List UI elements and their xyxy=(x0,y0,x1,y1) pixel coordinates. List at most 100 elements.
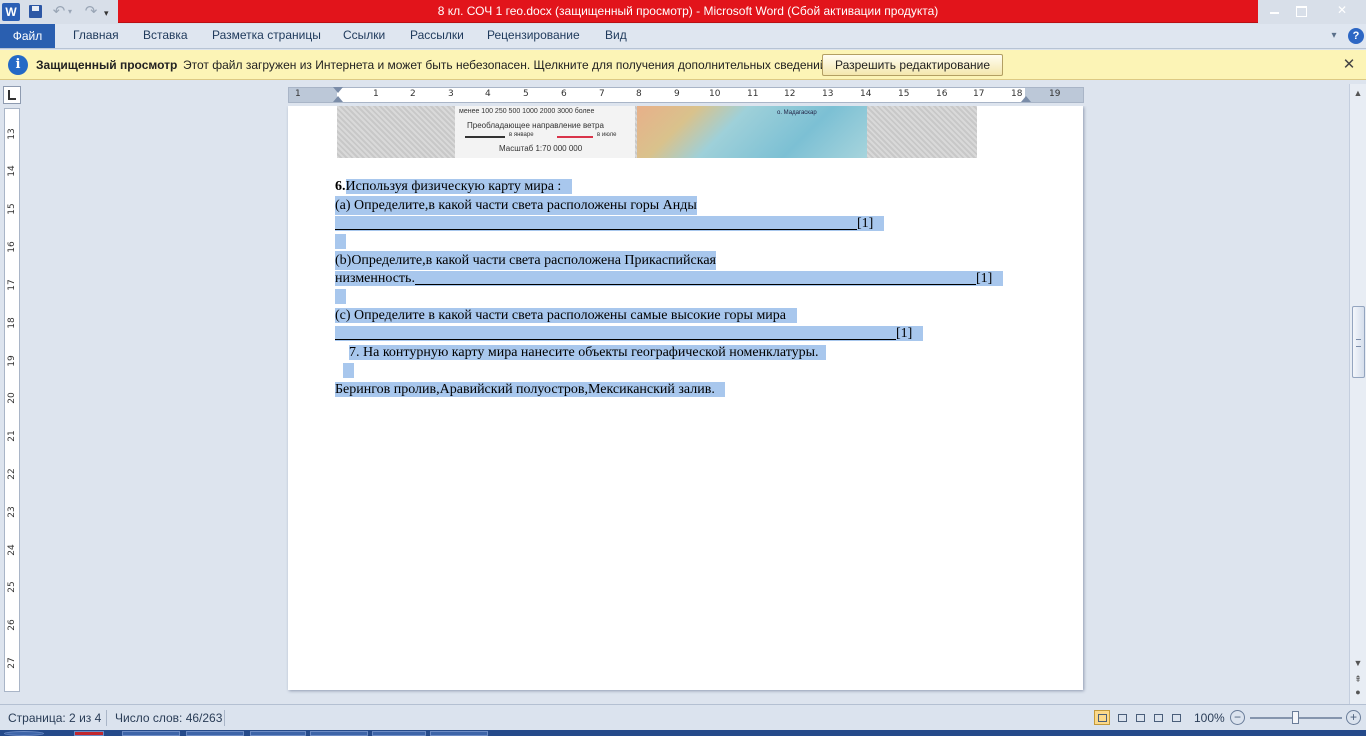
ruler-tick: 23 xyxy=(7,506,17,518)
legend-numbers: менее 100 250 500 1000 2000 3000 более xyxy=(459,108,595,115)
ruler-tick: 17 xyxy=(7,279,17,291)
scroll-up-icon[interactable]: ▲ xyxy=(1352,86,1364,100)
tab-references[interactable]: Ссылки xyxy=(343,28,385,46)
start-button[interactable] xyxy=(4,731,44,736)
tab-mailings[interactable]: Рассылки xyxy=(410,28,464,46)
question-6c[interactable]: (c) Определите в какой части света распо… xyxy=(335,306,797,325)
vertical-ruler[interactable]: 13 14 15 16 17 18 19 20 21 22 23 24 25 2… xyxy=(4,108,20,692)
word-count[interactable]: Число слов: 46/263 xyxy=(115,711,222,725)
tab-selector[interactable] xyxy=(3,86,21,104)
taskbar-app[interactable] xyxy=(310,731,368,736)
close-icon[interactable]: ✕ xyxy=(1340,56,1358,74)
draft-view-icon[interactable] xyxy=(1168,710,1184,725)
geo-objects-list[interactable]: Берингов пролив,Аравийский полуостров,Ме… xyxy=(335,380,726,399)
mark-6a: [1] xyxy=(857,216,874,231)
ruler-tick: 25 xyxy=(7,581,17,593)
question-6-heading[interactable]: 6.Используя физическую карту мира : xyxy=(335,177,572,196)
scroll-down-icon[interactable]: ▼ xyxy=(1352,656,1364,670)
zoom-in-icon[interactable]: + xyxy=(1346,710,1361,725)
tab-home[interactable]: Главная xyxy=(73,28,119,46)
tab-review[interactable]: Рецензирование xyxy=(487,28,580,46)
taskbar-app[interactable] xyxy=(372,731,426,736)
ruler-tick: 6 xyxy=(561,89,567,99)
redo-icon[interactable]: ↷ xyxy=(82,3,100,21)
page-count[interactable]: Страница: 2 из 4 xyxy=(8,711,101,725)
mark-6c: [1] xyxy=(896,326,913,341)
zoom-level[interactable]: 100% xyxy=(1194,711,1225,725)
map-image: менее 100 250 500 1000 2000 3000 более П… xyxy=(337,106,977,158)
vertical-scrollbar[interactable]: ▲ ▼ ⇞ ● xyxy=(1349,84,1366,704)
help-icon[interactable]: ? xyxy=(1348,28,1364,44)
word-app-icon[interactable]: W xyxy=(2,3,20,21)
taskbar-app[interactable] xyxy=(250,731,306,736)
arrow-january-icon xyxy=(465,136,505,138)
undo-dropdown-icon[interactable]: ▾ xyxy=(68,3,78,21)
question-6a[interactable]: (a) Определите,в какой части света распо… xyxy=(335,196,697,215)
previous-page-icon[interactable]: ⇞ xyxy=(1352,672,1364,686)
ruler-tick: 1 xyxy=(373,89,379,99)
document-page[interactable]: менее 100 250 500 1000 2000 3000 более П… xyxy=(288,106,1083,690)
ruler-tick: 16 xyxy=(936,89,948,99)
window-title: 8 кл. СОЧ 1 гео.docx (защищенный просмот… xyxy=(437,4,939,18)
close-window-button[interactable]: ✕ xyxy=(1322,1,1362,21)
tab-insert[interactable]: Вставка xyxy=(143,28,188,46)
zoom-out-icon[interactable]: − xyxy=(1230,710,1245,725)
ruler-tick: 12 xyxy=(784,89,796,99)
ruler-tick: 7 xyxy=(599,89,605,99)
ruler-tick: 3 xyxy=(448,89,454,99)
enable-editing-button[interactable]: Разрешить редактирование xyxy=(822,54,1003,76)
customize-toolbar-icon[interactable]: ▾ xyxy=(104,3,116,21)
protected-view-title: Защищенный просмотр xyxy=(36,58,178,72)
outline-view-icon[interactable] xyxy=(1150,710,1166,725)
ruler-tick: 8 xyxy=(636,89,642,99)
answer-line-6c[interactable]: [1] xyxy=(335,324,923,343)
empty-paragraph[interactable] xyxy=(335,232,346,251)
taskbar-app[interactable] xyxy=(430,731,488,736)
tab-page-layout[interactable]: Разметка страницы xyxy=(212,28,321,46)
web-layout-icon[interactable] xyxy=(1132,710,1148,725)
ribbon-collapse-icon[interactable]: ▾ xyxy=(1326,28,1342,44)
legend-july: в июле xyxy=(597,132,617,138)
scrollbar-thumb[interactable] xyxy=(1352,306,1365,378)
next-page-icon[interactable] xyxy=(1352,696,1364,704)
right-indent-marker[interactable] xyxy=(1021,96,1031,102)
question-7[interactable]: 7. На контурную карту мира нанесите объе… xyxy=(349,343,826,362)
undo-icon[interactable]: ↶ xyxy=(50,3,68,21)
minimize-button[interactable] xyxy=(1262,1,1288,21)
question-6b[interactable]: (b)Определите,в какой части света распол… xyxy=(335,251,716,270)
left-indent-marker[interactable] xyxy=(333,96,343,102)
taskbar-app[interactable] xyxy=(186,731,244,736)
taskbar-app[interactable] xyxy=(122,731,180,736)
empty-paragraph[interactable] xyxy=(335,287,346,306)
legend-january: в январе xyxy=(509,132,534,138)
ruler-tick: 11 xyxy=(747,89,759,99)
map-fragment: о. Мадагаскар xyxy=(637,106,867,158)
print-layout-view-icon[interactable] xyxy=(1094,710,1110,725)
answer-line-6a[interactable]: [1] xyxy=(335,214,884,233)
empty-paragraph[interactable] xyxy=(343,361,354,380)
ruler-tick: 21 xyxy=(7,430,17,442)
document-area[interactable]: менее 100 250 500 1000 2000 3000 более П… xyxy=(24,106,1349,704)
taskbar-app[interactable] xyxy=(74,731,104,736)
horizontal-ruler[interactable]: 1 1 2 3 4 5 6 7 8 9 10 11 12 13 14 15 16… xyxy=(288,87,1084,103)
ruler-tick: 15 xyxy=(898,89,910,99)
ruler-tick: 4 xyxy=(485,89,491,99)
ruler-tick: 13 xyxy=(7,128,17,140)
ruler-tick: 5 xyxy=(523,89,529,99)
first-line-indent-marker[interactable] xyxy=(333,87,343,93)
ruler-tick: 14 xyxy=(860,89,872,99)
maximize-button[interactable] xyxy=(1288,1,1314,21)
ribbon-tabs: Файл Главная Вставка Разметка страницы С… xyxy=(0,24,1366,49)
mark-6b: [1] xyxy=(975,271,993,286)
protected-view-bar: i Защищенный просмотр Этот файл загружен… xyxy=(0,50,1366,80)
zoom-slider-thumb[interactable] xyxy=(1292,711,1299,724)
ruler-tick: 9 xyxy=(674,89,680,99)
save-icon[interactable] xyxy=(27,3,45,21)
full-screen-reading-icon[interactable] xyxy=(1114,710,1130,725)
answer-line-6b[interactable]: низменность. [1] xyxy=(335,269,1003,288)
tab-file[interactable]: Файл xyxy=(0,24,55,48)
protected-view-message[interactable]: Этот файл загружен из Интернета и может … xyxy=(183,58,830,72)
map-place-label: о. Мадагаскар xyxy=(777,110,817,116)
question-6-text: Используя физическую карту мира : xyxy=(345,179,562,194)
tab-view[interactable]: Вид xyxy=(605,28,627,46)
